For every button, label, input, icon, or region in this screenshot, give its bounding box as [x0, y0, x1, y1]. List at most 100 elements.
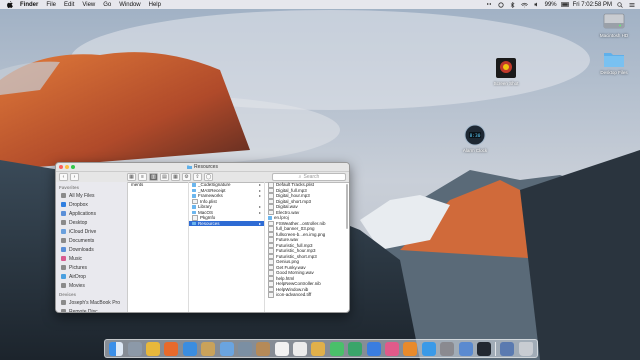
sidebar-item-dropbox[interactable]: Dropbox [56, 200, 127, 209]
folder-icon [192, 210, 196, 214]
cover-flow-button[interactable]: ▤ [160, 173, 169, 181]
time-machine-icon[interactable] [497, 1, 505, 8]
finder-icon[interactable] [109, 341, 124, 356]
tags-button[interactable]: ◯ [204, 173, 213, 181]
menu-help[interactable]: Help [149, 2, 161, 8]
safari-icon[interactable] [182, 341, 197, 356]
ibooks-icon[interactable] [403, 341, 418, 356]
list-item-label: help.html [276, 275, 295, 281]
notes-icon[interactable] [201, 341, 216, 356]
menu-window[interactable]: Window [119, 2, 140, 8]
reminders-icon[interactable] [293, 341, 308, 356]
chevron-right-icon: ▸ [258, 182, 261, 188]
action-button[interactable]: ⚙ [182, 173, 191, 181]
scrollbar[interactable] [346, 184, 348, 229]
folder-icon [192, 205, 196, 209]
forward-button[interactable]: › [70, 173, 79, 181]
preview-icon[interactable] [458, 341, 473, 356]
sidebar-item-applications[interactable]: Applications [56, 209, 127, 218]
sidebar-item-label: Desktop [69, 219, 88, 226]
wifi-icon[interactable] [521, 2, 529, 8]
list-item-label: Digital_hour.mp3 [276, 193, 310, 199]
list-item-label: Futuristic_short.mp3 [276, 253, 317, 259]
chevron-right-icon: ▸ [258, 220, 261, 226]
desktop-icon-hard-drive[interactable]: Macintosh HD [592, 11, 636, 38]
list-item-label: Library [198, 204, 212, 210]
gear-icon[interactable] [440, 341, 455, 356]
notification-center-icon[interactable] [628, 2, 636, 8]
menu-finder[interactable]: Finder [20, 2, 38, 8]
column-view-button[interactable]: ▥ [149, 173, 158, 181]
sidebar-item-label: Movies [69, 282, 85, 289]
messages-icon[interactable] [329, 341, 344, 356]
sidebar-item-airdrop[interactable]: AirDrop [56, 272, 127, 281]
launchpad-icon[interactable] [127, 341, 142, 356]
share-button[interactable]: ⇧ [193, 173, 202, 181]
volume-icon[interactable] [533, 2, 541, 8]
stickies-icon[interactable] [237, 341, 252, 356]
sidebar-item-all-my-files[interactable]: All My Files [56, 191, 127, 200]
sidebar-item-music[interactable]: Music [56, 254, 127, 263]
sidebar-item-pictures[interactable]: Pictures [56, 263, 127, 272]
menu-go[interactable]: Go [103, 2, 111, 8]
list-item-label: Info.plist [200, 198, 217, 204]
columns-icon: ▥ [151, 174, 156, 180]
firefox-icon[interactable] [164, 341, 179, 356]
menu-view[interactable]: View [82, 2, 95, 8]
menu-edit[interactable]: Edit [64, 2, 74, 8]
apple-menu-icon[interactable] [6, 1, 14, 9]
desktop-icon-alarm-clock[interactable]: 8:30 Alarm Clock [453, 124, 497, 153]
finder-titlebar[interactable]: Resources [56, 163, 349, 172]
sidebar-item-remote-disc[interactable]: Remote Disc [56, 307, 127, 312]
app-store-icon[interactable] [421, 341, 436, 356]
numbers-icon[interactable] [348, 341, 363, 356]
sidebar-item-desktop[interactable]: Desktop [56, 218, 127, 227]
list-item-label: _CodeSignature [198, 182, 231, 188]
desktop-icon-folder[interactable]: Desktop Files [592, 50, 636, 75]
tag-icon: ◯ [205, 174, 212, 180]
menu-bar-clock[interactable]: Fri 7:02:58 PM [573, 2, 612, 8]
alarm-clock-icon: 8:30 [464, 124, 486, 146]
search-icon: ⌕ [298, 174, 302, 180]
dropbox-status-icon[interactable] [485, 2, 493, 8]
list-item-label: Futuristic_hour.mp3 [276, 248, 316, 254]
search-field[interactable]: ⌕ Search [272, 173, 346, 181]
airdrop-icon [61, 274, 66, 279]
sidebar-item-label: Dropbox [69, 201, 88, 208]
sidebar-item-downloads[interactable]: Downloads [56, 245, 127, 254]
calendar-icon[interactable] [274, 341, 289, 356]
keynote-icon[interactable] [366, 341, 381, 356]
list-item-label: Futuristic_full.mp3 [276, 242, 313, 248]
contacts-icon[interactable] [256, 341, 271, 356]
list-item-label: Electro.wav [276, 209, 300, 215]
battery-icon[interactable] [560, 2, 569, 8]
alarm-clock-icon[interactable] [477, 341, 491, 356]
sidebar-item-movies[interactable]: Movies [56, 281, 127, 290]
icon-view-button[interactable]: ▦ [127, 173, 136, 181]
menu-file[interactable]: File [46, 2, 56, 8]
list-item-label: Digital_full.mp3 [276, 187, 307, 193]
documents-icon [61, 238, 66, 243]
downloads-stack-icon[interactable] [500, 341, 515, 356]
battery-percent: 99% [544, 1, 557, 8]
sidebar-item-icloud-drive[interactable]: iCloud Drive [56, 227, 127, 236]
photos-icon[interactable] [311, 341, 326, 356]
list-view-button[interactable]: ≡ [138, 173, 147, 181]
sidebar-item-joseph-s-macbook-pro[interactable]: Joseph's MacBook Pro [56, 298, 127, 307]
mail-icon[interactable] [219, 341, 234, 356]
column-app-contents: _CodeSignature ▸ _MASReceipt ▸ Frameworks ▸ In… [189, 182, 265, 312]
back-button[interactable]: ‹ [59, 173, 68, 181]
folder-icon [604, 53, 624, 67]
spotlight-search-icon[interactable] [616, 1, 624, 8]
desktop-icon-screenshot[interactable]: Screen Shot [484, 57, 528, 86]
sidebar-item-documents[interactable]: Documents [56, 236, 127, 245]
list-item[interactable]: Resources ▸ [189, 220, 264, 226]
trash-icon[interactable] [518, 341, 533, 356]
itunes-icon[interactable] [385, 341, 400, 356]
arrange-button[interactable]: ▦ [171, 173, 180, 181]
list-item[interactable]: ments [128, 182, 188, 188]
list-item[interactable]: icon-advanced.tiff [265, 292, 349, 298]
bluetooth-icon[interactable] [509, 1, 517, 8]
list-item-label: Get Funky.wav [276, 264, 306, 270]
chrome-icon[interactable] [145, 341, 160, 356]
